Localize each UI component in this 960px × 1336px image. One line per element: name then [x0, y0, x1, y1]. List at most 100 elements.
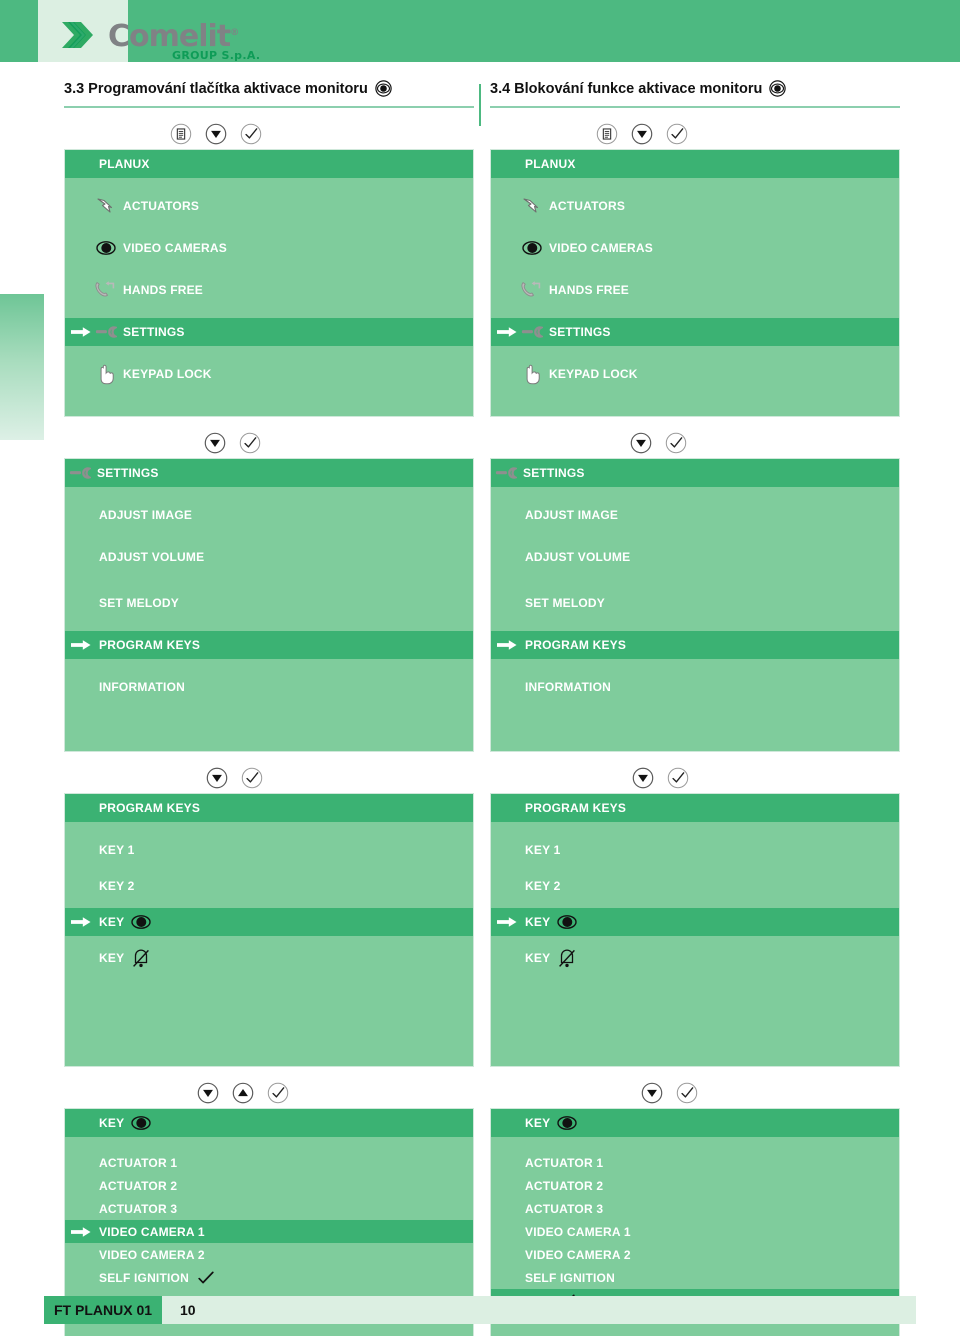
- menu-item-settings[interactable]: SETTINGS: [491, 318, 899, 346]
- menu-item-label: SELF IGNITION: [525, 1270, 615, 1285]
- menu-item-program-keys[interactable]: PROGRAM KEYS: [65, 631, 473, 659]
- menu-item-label: ACTUATOR 2: [99, 1178, 178, 1193]
- menu-item-key-1[interactable]: KEY 1: [491, 836, 899, 864]
- menu-item-settings[interactable]: SETTINGS: [65, 318, 473, 346]
- logo-wordmark: Comelit®: [108, 18, 239, 52]
- menu-item-key[interactable]: KEY: [65, 908, 473, 936]
- eye-camera-icon: [522, 241, 542, 255]
- panel-spacer: [491, 864, 899, 872]
- menu-item-program-keys[interactable]: PROGRAM KEYS: [491, 631, 899, 659]
- menu-item-label: SET MELODY: [525, 596, 606, 610]
- arrow-down-icon[interactable]: [204, 432, 226, 454]
- eye-camera-icon: [131, 1116, 151, 1130]
- check-icon[interactable]: [676, 1082, 698, 1104]
- menu-panel: PLANUX ACTUATORS VIDEO CAMERAS HANDS FREE SE…: [64, 149, 474, 417]
- menu-item-key-2[interactable]: KEY 2: [65, 872, 473, 900]
- menu-item-video-cameras[interactable]: VIDEO CAMERAS: [491, 234, 899, 262]
- menu-panel-header: PROGRAM KEYS: [65, 794, 473, 822]
- panel-spacer: [491, 936, 899, 944]
- arrow-down-icon[interactable]: [632, 767, 654, 789]
- menu-item-adjust-volume[interactable]: ADJUST VOLUME: [491, 543, 899, 571]
- menu-item-key[interactable]: KEY: [65, 944, 473, 972]
- menu-item-actuator-1[interactable]: ACTUATOR 1: [65, 1151, 473, 1174]
- menu-item-adjust-image[interactable]: ADJUST IMAGE: [491, 501, 899, 529]
- arrow-down-icon[interactable]: [205, 123, 227, 145]
- selection-arrow-icon: [497, 917, 517, 927]
- selection-arrow-icon: [71, 640, 91, 650]
- menu-item-hands-free[interactable]: HANDS FREE: [491, 276, 899, 304]
- menu-item-actuator-3[interactable]: ACTUATOR 3: [491, 1197, 899, 1220]
- menu-item-video-camera-2[interactable]: VIDEO CAMERA 2: [65, 1243, 473, 1266]
- check-icon[interactable]: [666, 123, 688, 145]
- menu-item-key[interactable]: KEY: [491, 944, 899, 972]
- menu-item-video-camera-1[interactable]: VIDEO CAMERA 1: [65, 1220, 473, 1243]
- panel-spacer: [491, 262, 899, 276]
- menu-item-keypad-lock[interactable]: KEYPAD LOCK: [65, 360, 473, 388]
- menu-item-adjust-image[interactable]: ADJUST IMAGE: [65, 501, 473, 529]
- panel-spacer: [65, 346, 473, 360]
- check-icon[interactable]: [239, 432, 261, 454]
- check-icon[interactable]: [665, 432, 687, 454]
- check-icon[interactable]: [667, 767, 689, 789]
- menu-item-key[interactable]: KEY: [491, 908, 899, 936]
- actuator-bolt-icon: [95, 196, 117, 216]
- menu-item-label: ADJUST IMAGE: [99, 508, 193, 522]
- menu-item-video-camera-1[interactable]: VIDEO CAMERA 1: [491, 1220, 899, 1243]
- menu-item-key-1[interactable]: KEY 1: [65, 836, 473, 864]
- menu-item-actuator-2[interactable]: ACTUATOR 2: [491, 1174, 899, 1197]
- menu-item-set-melody[interactable]: SET MELODY: [491, 589, 899, 617]
- menu-item-label: PROGRAM KEYS: [99, 638, 201, 652]
- panel-spacer: [65, 701, 473, 715]
- menu-item-actuator-2[interactable]: ACTUATOR 2: [65, 1174, 473, 1197]
- menu-item-actuators[interactable]: ACTUATORS: [65, 192, 473, 220]
- eye-camera-icon: [96, 241, 116, 255]
- menu-icon[interactable]: [170, 123, 192, 145]
- menu-item-self-ignition[interactable]: SELF IGNITION: [491, 1266, 899, 1289]
- menu-item-label: KEY: [99, 951, 125, 965]
- panel-spacer: [65, 822, 473, 836]
- menu-item-key-2[interactable]: KEY 2: [491, 872, 899, 900]
- menu-item-actuator-3[interactable]: ACTUATOR 3: [65, 1197, 473, 1220]
- arrow-down-icon[interactable]: [206, 767, 228, 789]
- menu-item-actuators[interactable]: ACTUATORS: [491, 192, 899, 220]
- panel-spacer: [65, 529, 473, 543]
- menu-item-self-ignition[interactable]: SELF IGNITION: [65, 1266, 473, 1289]
- menu-item-adjust-volume[interactable]: ADJUST VOLUME: [65, 543, 473, 571]
- panel-spacer: [491, 178, 899, 192]
- menu-screen-2: SETTINGS ADJUST IMAGE ADJUST VOLUME SET MEL…: [64, 428, 474, 752]
- arrow-up-icon[interactable]: [232, 1082, 254, 1104]
- control-icon-row: [490, 119, 900, 149]
- menu-item-video-camera-2[interactable]: VIDEO CAMERA 2: [491, 1243, 899, 1266]
- panel-spacer: [491, 388, 899, 402]
- menu-item-label: KEY 2: [525, 879, 561, 893]
- menu-item-information[interactable]: INFORMATION: [65, 673, 473, 701]
- menu-screen-3: PROGRAM KEYS KEY 1 KEY 2 KEY KEY: [64, 763, 474, 1067]
- eye-camera-icon: [130, 912, 152, 932]
- menu-item-label: KEY 2: [99, 879, 135, 893]
- arrow-down-icon[interactable]: [631, 123, 653, 145]
- menu-item-set-melody[interactable]: SET MELODY: [65, 589, 473, 617]
- menu-item-keypad-lock[interactable]: KEYPAD LOCK: [491, 360, 899, 388]
- handset-icon: [95, 280, 117, 300]
- handset-icon: [521, 281, 541, 297]
- eye-camera-icon: [556, 1113, 578, 1133]
- menu-item-video-cameras[interactable]: VIDEO CAMERAS: [65, 234, 473, 262]
- menu-item-information[interactable]: INFORMATION: [491, 673, 899, 701]
- arrow-down-icon[interactable]: [630, 432, 652, 454]
- section-title-3-4: 3.4 Blokování funkce aktivace monitoru: [490, 80, 900, 97]
- menu-icon[interactable]: [596, 123, 618, 145]
- panel-spacer: [491, 1137, 899, 1151]
- menu-screen-1: PLANUX ACTUATORS VIDEO CAMERAS HANDS FREE SE…: [490, 119, 900, 417]
- check-icon[interactable]: [267, 1082, 289, 1104]
- menu-panel: PROGRAM KEYS KEY 1 KEY 2 KEY KEY: [490, 793, 900, 1067]
- check-icon[interactable]: [240, 123, 262, 145]
- footer-page-number: 10: [180, 1302, 196, 1318]
- check-icon[interactable]: [241, 767, 263, 789]
- arrow-down-icon[interactable]: [641, 1082, 663, 1104]
- arrow-down-icon[interactable]: [197, 1082, 219, 1104]
- menu-item-actuator-1[interactable]: ACTUATOR 1: [491, 1151, 899, 1174]
- menu-item-hands-free[interactable]: HANDS FREE: [65, 276, 473, 304]
- menu-item-label: KEY: [525, 951, 551, 965]
- panel-bottom-filler: [491, 715, 899, 751]
- menu-panel-header-label: PLANUX: [525, 157, 576, 171]
